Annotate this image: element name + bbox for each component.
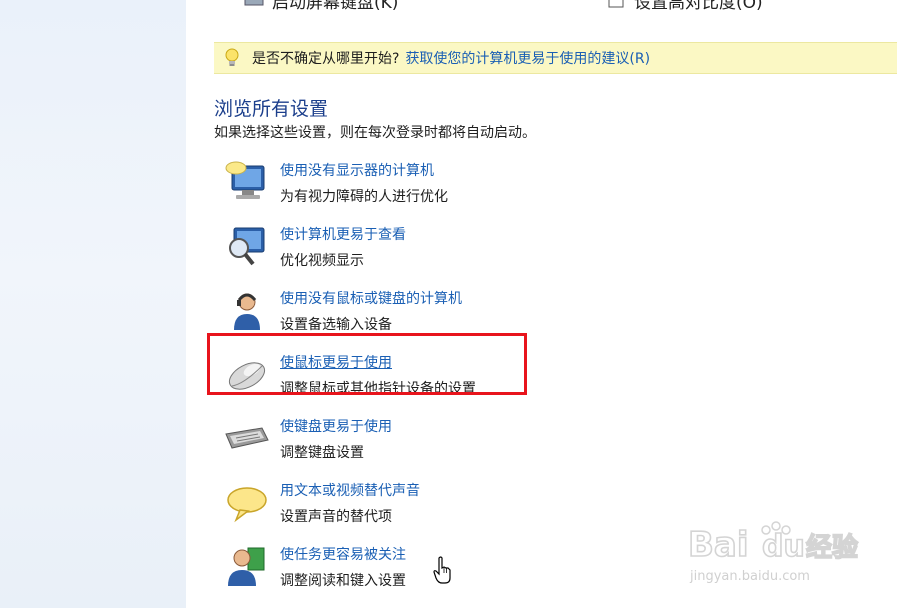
monitor-speech-icon [225, 161, 265, 199]
list-item-easier-to-see[interactable]: 使计算机更易于查看 优化视频显示 [224, 224, 724, 280]
ease-of-access-main: 启动屏幕键盘(K) 设置高对比度(O) 是否不确定从哪里开始? 获取使您的计算机… [186, 0, 897, 608]
list-item-no-mouse-keyboard[interactable]: 使用没有鼠标或键盘的计算机 设置备选输入设备 [224, 288, 724, 344]
hint-text: 是否不确定从哪里开始? [252, 51, 400, 67]
hint-bar: 是否不确定从哪里开始? 获取使您的计算机更易于使用的建议(R) [214, 42, 897, 74]
item-link[interactable]: 使计算机更易于查看 [280, 224, 406, 244]
section-title: 浏览所有设置 [214, 98, 329, 120]
watermark-brand-2: du [762, 529, 805, 564]
list-item-focus-tasks[interactable]: 使任务更容易被关注 调整阅读和键入设置 [224, 544, 724, 600]
lightbulb-icon [225, 48, 239, 66]
hand-cursor-icon [433, 556, 451, 584]
item-description: 调整鼠标或其他指针设备的设置 [280, 381, 476, 397]
high-contrast-label: 设置高对比度(O) [634, 0, 763, 13]
list-item-sound-alternatives[interactable]: 用文本或视频替代声音 设置声音的替代项 [224, 480, 724, 536]
contrast-icon [608, 0, 624, 7]
baidu-watermark: Bai du 经验 jingyan.baidu.com [687, 521, 859, 584]
item-link[interactable]: 使键盘更易于使用 [280, 416, 392, 436]
item-description: 调整阅读和键入设置 [280, 573, 406, 589]
item-link[interactable]: 使鼠标更易于使用 [280, 352, 392, 372]
item-link[interactable]: 使用没有显示器的计算机 [280, 160, 434, 180]
item-description: 设置备选输入设备 [280, 317, 392, 333]
monitor-magnifier-icon [229, 227, 265, 266]
section-description: 如果选择这些设置，则在每次登录时都将自动启动。 [214, 125, 536, 141]
list-item-keyboard-easier[interactable]: 使键盘更易于使用 调整键盘设置 [224, 416, 724, 472]
item-link[interactable]: 使任务更容易被关注 [280, 544, 406, 564]
item-description: 设置声音的替代项 [280, 509, 392, 525]
item-description: 调整键盘设置 [280, 445, 364, 461]
mouse-icon [228, 362, 266, 390]
list-item-no-display[interactable]: 使用没有显示器的计算机 为有视力障碍的人进行优化 [224, 160, 724, 216]
person-book-icon [228, 547, 265, 586]
item-description: 为有视力障碍的人进行优化 [280, 189, 448, 205]
watermark-url: jingyan.baidu.com [689, 569, 810, 584]
list-item-mouse-easier[interactable]: 使鼠标更易于使用 调整鼠标或其他指针设备的设置 [224, 352, 724, 408]
on-screen-keyboard-label: 启动屏幕键盘(K) [272, 0, 399, 13]
on-screen-keyboard-link[interactable]: 启动屏幕键盘(K) [244, 0, 398, 13]
person-headset-icon [234, 293, 260, 330]
watermark-brand: Bai [688, 525, 749, 565]
item-link[interactable]: 用文本或视频替代声音 [280, 480, 420, 500]
get-recommendations-link[interactable]: 获取使您的计算机更易于使用的建议(R) [405, 48, 650, 68]
watermark-suffix: 经验 [806, 532, 858, 563]
keyboard-icon [225, 427, 269, 449]
speech-bubble-icon [227, 487, 267, 523]
left-navigation-pane [0, 0, 186, 608]
item-link[interactable]: 使用没有鼠标或键盘的计算机 [280, 288, 462, 308]
high-contrast-link[interactable]: 设置高对比度(O) [606, 0, 763, 13]
keyboard-monitor-icon [244, 0, 264, 5]
top-tool-row: 启动屏幕键盘(K) 设置高对比度(O) [186, 0, 897, 14]
item-description: 优化视频显示 [280, 253, 364, 269]
